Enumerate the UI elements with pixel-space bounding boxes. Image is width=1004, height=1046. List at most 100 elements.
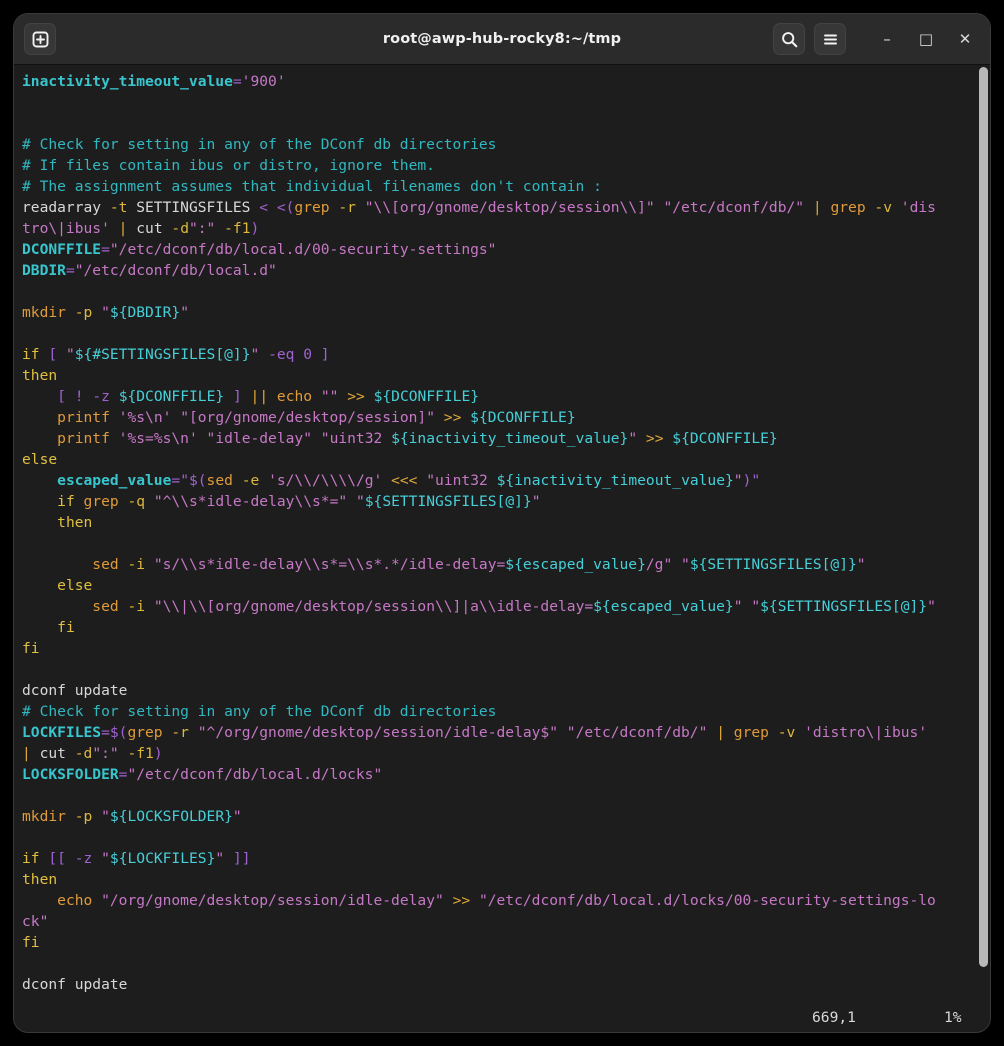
terminal-token [259,346,268,363]
terminal-token: -eq 0 ] [268,346,330,363]
terminal-token: dconf update [22,682,127,699]
scrollbar-thumb[interactable] [979,67,988,967]
terminal-token: printf [57,409,110,426]
terminal-token: " [101,850,110,867]
terminal-line: sed -i "s/\\s*idle-delay\\s*=\\s*.*/idle… [22,554,990,575]
terminal-token: -f1 [224,220,250,237]
terminal-token [22,493,57,510]
terminal-token [189,724,198,741]
terminal-line: then [22,365,990,386]
terminal-token: ] [233,388,242,405]
terminal-token [92,850,101,867]
terminal-token: tro\|ibus' [22,220,110,237]
terminal-token: readarray [22,199,110,216]
terminal-token: >> [453,892,471,909]
terminal-token: sed [92,556,118,573]
terminal-token: '%s=%s\n' [119,430,198,447]
terminal-token: if [57,493,75,510]
terminal-token: -p [75,304,93,321]
terminal-token: = [233,73,242,90]
terminal-token: cut [31,745,75,762]
terminal-line [22,323,990,344]
terminal-token: [ [48,346,57,363]
terminal-token: "/etc/dconf/db/local.d" [75,262,277,279]
terminal-token: else [57,577,92,594]
terminal-window: root@awp-hub-rocky8:~/tmp [14,14,990,1032]
close-button[interactable]: ✕ [950,24,980,54]
terminal-token: grep [127,724,162,741]
terminal-token: fi [22,934,40,951]
terminal-token [66,388,75,405]
terminal-line [22,533,990,554]
terminal-token: ! -z [75,388,110,405]
terminal-token [22,556,92,573]
menu-button[interactable] [814,23,846,55]
terminal-token: "^/org/gnome/desktop/session/idle-delay$… [198,724,558,741]
terminal-token: >> [646,430,664,447]
terminal-token: then [57,514,92,531]
terminal-line: inactivity_timeout_value='900' [22,71,990,92]
terminal-token: ${inactivity_timeout_value} [391,430,628,447]
terminal-token: echo [277,388,312,405]
terminal-token: "uint32 [321,430,391,447]
minimize-button[interactable]: – [872,24,902,54]
terminal-token [259,472,268,489]
terminal-token [558,724,567,741]
terminal-token: -q [127,493,145,510]
terminal-token [22,430,57,447]
terminal-line: # Check for setting in any of the DConf … [22,701,990,722]
terminal-token: -r [171,724,189,741]
terminal-line: echo "/org/gnome/desktop/session/idle-de… [22,890,990,911]
terminal-token [444,892,453,909]
terminal-token: "/etc/dconf/db/" [663,199,804,216]
terminal-token [224,388,233,405]
terminal-token [707,724,716,741]
terminal-token: SETTINGSFILES [127,199,259,216]
search-button[interactable] [773,23,805,55]
terminal-token: >> [444,409,462,426]
terminal-token [312,430,321,447]
terminal-token: '%s\n' [119,409,172,426]
terminal-token: "/etc/dconf/db/" [567,724,708,741]
terminal-token [57,346,66,363]
terminal-line: mkdir -p "${LOCKSFOLDER}" [22,806,990,827]
terminal-body[interactable]: inactivity_timeout_value='900' # Check f… [14,65,990,1006]
terminal-token [22,619,57,636]
terminal-token [435,409,444,426]
terminal-token: " [734,472,743,489]
terminal-token: ]] [233,850,251,867]
terminal-line: if grep -q "^\\s*idle-delay\\s*=" "${SET… [22,491,990,512]
terminal-line: ck" [22,911,990,932]
terminal-token: | [813,199,822,216]
terminal-line: sed -i "\\|\\[org/gnome/desktop/session\… [22,596,990,617]
terminal-token: "/org/gnome/desktop/session/idle-delay" [101,892,444,909]
maximize-button[interactable]: □ [911,24,941,54]
terminal-token [804,199,813,216]
terminal-token [22,577,57,594]
terminal-token: " [857,556,866,573]
terminal-token: 'dis [901,199,936,216]
terminal-token [145,493,154,510]
terminal-token: mkdir [22,304,66,321]
terminal-token: inactivity_timeout_value [22,73,233,90]
terminal-token: cut [127,220,171,237]
new-tab-button[interactable] [24,23,56,55]
terminal-screen[interactable]: inactivity_timeout_value='900' # Check f… [14,65,990,1006]
terminal-token: ${DCONFFILE} [374,388,479,405]
terminal-token: ${escaped_value} [505,556,646,573]
terminal-token: 's/\\/\\\\/g' [268,472,382,489]
terminal-token: " [681,556,690,573]
scrollbar[interactable] [977,65,990,1006]
terminal-token [92,892,101,909]
terminal-token: "[org/gnome/desktop/session]" [180,409,435,426]
terminal-token [795,724,804,741]
terminal-token [347,493,356,510]
terminal-line: [ ! -z ${DCONFFILE} ] || echo "" >> ${DC… [22,386,990,407]
file-percent: 1% [944,1009,962,1026]
terminal-token: printf [57,430,110,447]
terminal-token: fi [57,619,75,636]
terminal-token: then [22,871,57,888]
terminal-token: DCONFFILE [22,241,101,258]
terminal-token: ${inactivity_timeout_value} [497,472,734,489]
terminal-line: DCONFFILE="/etc/dconf/db/local.d/00-secu… [22,239,990,260]
